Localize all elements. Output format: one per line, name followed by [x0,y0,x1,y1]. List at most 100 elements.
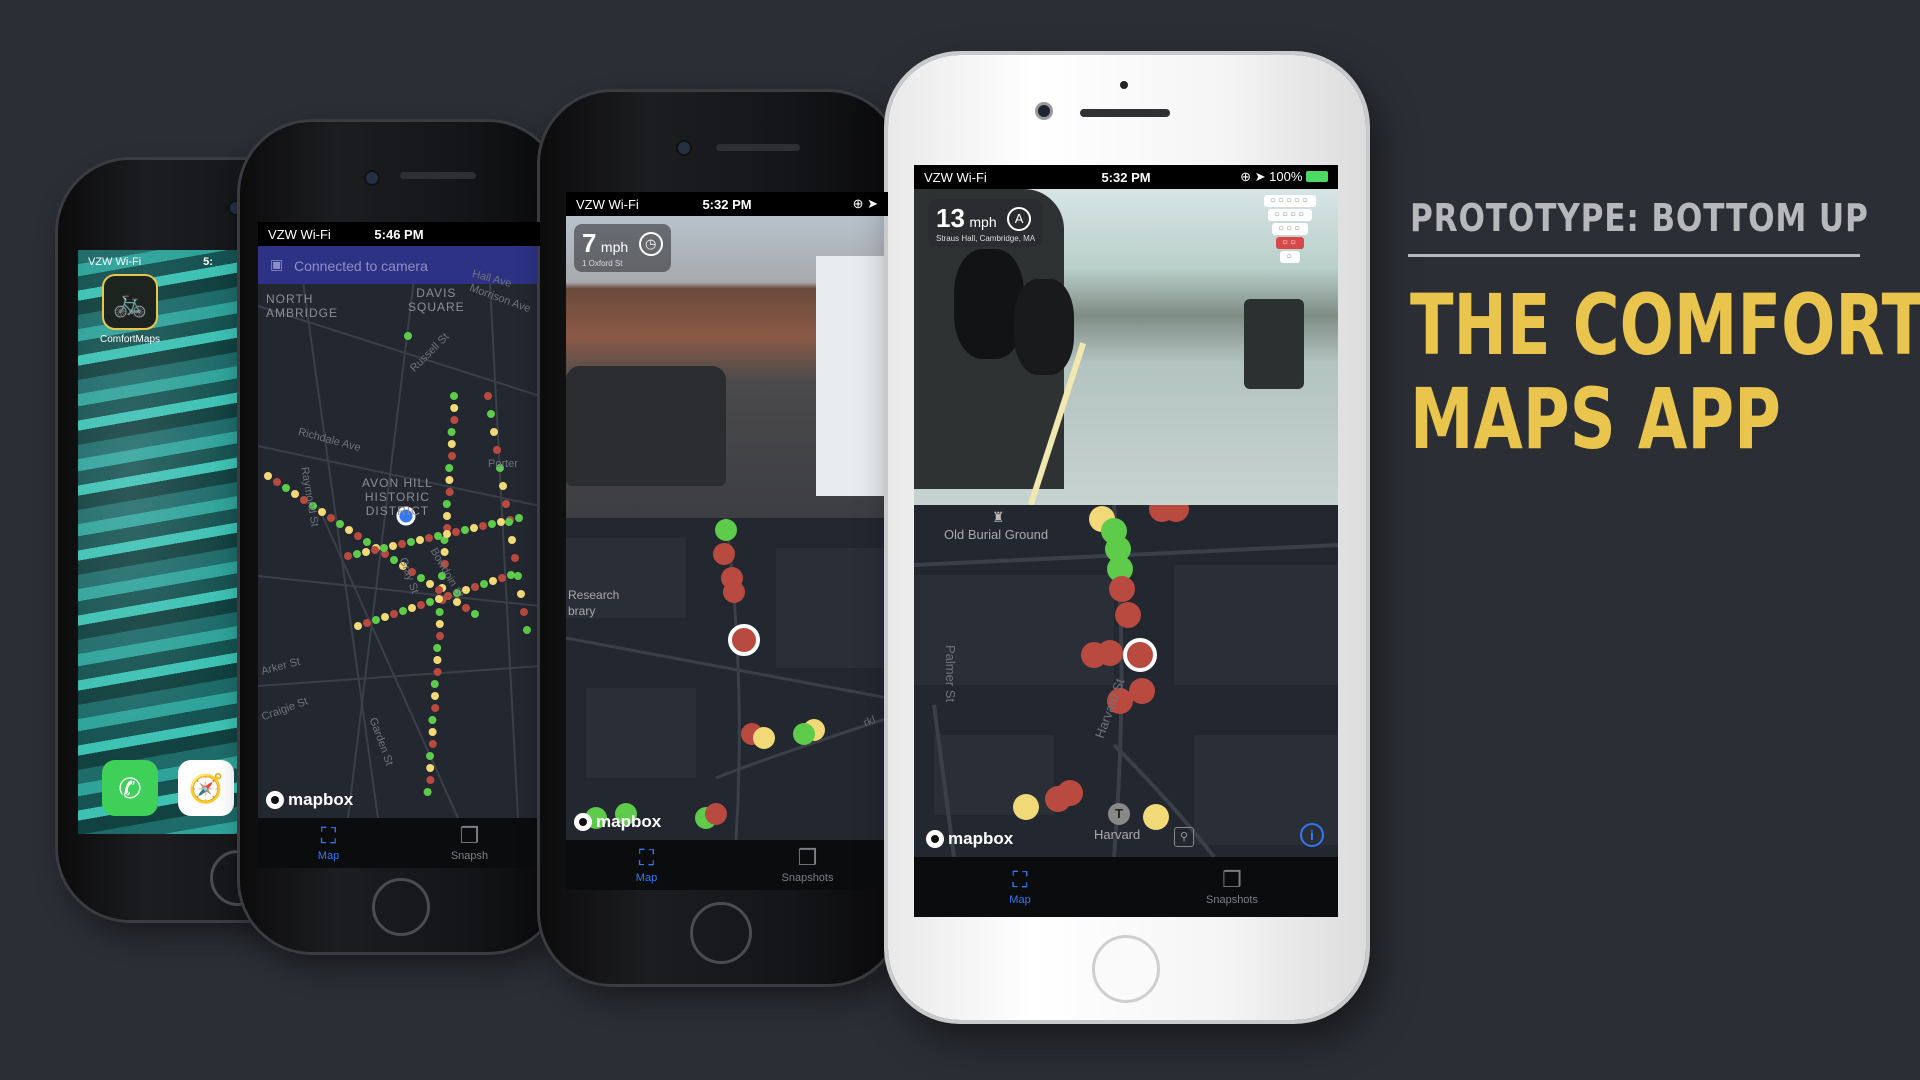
comfort-dot [264,472,272,480]
safari-icon[interactable]: 🧭 [178,760,234,816]
comfort-level-meter: ○○○○○ ○○○○ ○○○ ○○ ○ [1264,195,1316,263]
bike-lane-icon: 🚲 [112,286,148,318]
home-button[interactable] [690,902,752,964]
tab-map[interactable]: ⛶ Map [258,818,399,868]
front-camera [366,172,378,184]
mapbox-logo-icon [574,813,592,831]
comfort-dot [436,632,444,640]
mapbox-text: mapbox [948,829,1014,848]
comfort-dot [479,522,487,530]
comfort-dot [428,740,437,748]
comfort-dot [389,542,397,550]
comfort-dot [450,392,458,400]
comfort-dot [498,574,506,582]
speed-display: 13 mph A Straus Hall, Cambridge, MA [928,199,1044,247]
home-button[interactable] [1092,935,1160,1003]
tab-label: Snapshots [781,871,834,884]
comfort-dot [448,452,456,460]
place-label: brary [568,604,596,618]
comfortmaps-app-icon[interactable]: 🚲 [102,274,158,330]
mapbox-attribution[interactable]: mapbox [574,812,661,832]
comfort-dot [433,644,442,652]
ride-screen: VZW Wi-Fi 5:32 PM ⊕ ➤ 7 mph ◷ 1 Oxford S… [566,192,888,890]
wheel-image [1014,279,1074,375]
comfort-map[interactable]: Research brary rkl mapbox [566,518,888,840]
speaker [716,144,800,151]
comfort-dot [443,512,451,520]
app-label: ComfortMaps [99,334,160,345]
tab-label: Map [1009,893,1031,906]
tab-snapshots[interactable]: ❒ Snapshots [1126,857,1338,917]
comfort-dot [431,692,439,700]
home-button[interactable] [372,878,430,936]
comfort-dot [380,544,388,552]
comfort-dot [450,404,459,412]
tab-label: Snapshots [1206,893,1258,906]
comfort-dot [318,508,326,516]
mapbox-attribution[interactable]: mapbox [266,790,353,810]
comfort-dot [390,610,398,618]
comfort-dot [713,543,735,565]
comfort-dot [273,478,281,486]
comfort-dot [462,604,470,612]
comfort-map[interactable]: ▣ Connected to camera NORTH AMBRIDGE DAV… [258,246,540,818]
comfort-dot [1143,804,1169,830]
comfort-dot [435,608,444,616]
bike-share-icon: ⚲ [1174,827,1194,847]
comfort-dot [433,668,442,676]
comfort-level-row: ○ [1280,251,1300,263]
comfort-dot [426,752,434,760]
comfort-dot [291,490,299,498]
comfort-dot [447,440,456,448]
comfort-dot [425,534,433,542]
time-label: 5:32 PM [702,196,752,212]
info-icon[interactable]: i [1300,823,1324,847]
time-label: 5: [203,256,213,268]
speed-value: 13 [936,203,965,233]
comfort-dot [452,528,460,536]
tab-map[interactable]: ⛶ Map [914,857,1126,917]
car-image [566,366,726,486]
comfort-dot [1097,640,1123,666]
comfort-dot [398,540,406,548]
comfort-dot [381,613,389,621]
ride-screen: VZW Wi-Fi 5:32 PM ⊕ ➤ 100% 13 mph A Stra… [914,165,1338,917]
phone-icon[interactable]: ✆ [102,760,158,816]
comfort-dot [442,500,451,508]
comfort-dot [508,536,516,544]
camera-icon: ▣ [270,256,284,272]
area-label-north-cambridge: NORTH AMBRIDGE [266,292,339,320]
front-camera [1038,105,1050,117]
comfort-dot [431,704,440,712]
comfort-dot [499,482,507,490]
comfort-dot [497,518,505,526]
current-position-marker [1123,638,1157,672]
comfort-dot [371,546,379,554]
tab-snapshots[interactable]: ❒ Snapsh [399,818,540,868]
comfort-dot [450,416,459,424]
comfort-dot [487,410,495,418]
comfort-dot [520,608,528,616]
speed-value: 7 [582,228,597,258]
tab-bar: ⛶ Map ❒ Snapshots [914,857,1338,917]
mapbox-attribution[interactable]: mapbox [926,829,1013,849]
comfort-map[interactable]: ♜ Old Burial Ground Palmer St Harvard St… [914,505,1338,857]
comfort-dot [430,680,439,688]
comfort-dot [445,488,454,496]
comfort-dot [705,803,727,825]
comfort-dot [372,616,380,624]
speed-unit: mph [969,214,997,230]
comfort-dot [480,580,488,588]
comfort-dot [1013,794,1039,820]
camera-feed: 7 mph ◷ 1 Oxford St [566,216,888,518]
comfort-dot [435,620,444,628]
comfort-dot [471,610,479,618]
landmark-icon: ♜ [992,509,1005,525]
comfort-dot [484,392,492,400]
tab-snapshots[interactable]: ❒ Snapshots [727,840,888,890]
map-icon: ⛶ [1012,866,1028,892]
map-screen: VZW Wi-Fi 5:46 PM ▣ Connected to camera … [258,222,540,868]
status-bar: VZW Wi-Fi 5: [78,250,258,274]
comfort-level-row-active: ○○ [1276,237,1304,249]
tab-map[interactable]: ⛶ Map [566,840,727,890]
